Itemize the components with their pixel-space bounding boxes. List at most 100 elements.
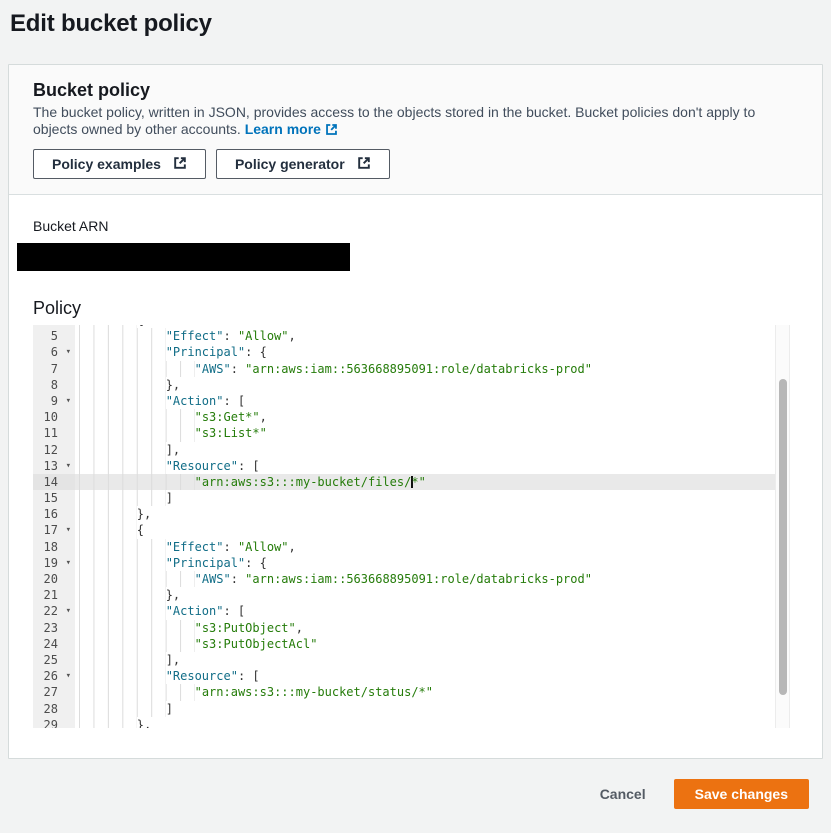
editor-scrollbar-track[interactable] [775,325,790,728]
fold-arrow-icon[interactable]: ▾ [66,522,71,538]
code-line-15[interactable]: 15] [33,490,790,506]
code-line-content[interactable]: "Effect": "Allow", [75,539,790,555]
code-line-content[interactable]: "s3:List*" [75,425,790,441]
code-line-8[interactable]: 8}, [33,377,790,393]
code-line-24[interactable]: 24"s3:PutObjectAcl" [33,636,790,652]
gutter-line-number: 18 [33,539,75,555]
policy-json-editor[interactable]: 4▾{5"Effect": "Allow",6▾"Principal": {7"… [33,325,790,728]
code-token: ], [166,443,180,457]
code-line-9[interactable]: 9▾"Action": [ [33,393,790,409]
code-line-content[interactable]: "Action": [ [75,393,790,409]
code-line-content[interactable]: { [75,522,790,538]
code-token: , [289,329,296,343]
code-line-23[interactable]: 23"s3:PutObject", [33,620,790,636]
code-line-content[interactable]: ] [75,701,790,717]
code-line-content[interactable]: "s3:PutObjectAcl" [75,636,790,652]
code-line-6[interactable]: 6▾"Principal": { [33,344,790,360]
code-line-content[interactable]: "arn:aws:s3:::my-bucket/files/*" [75,474,790,490]
card-header: Bucket policy The bucket policy, written… [9,65,822,195]
code-line-content[interactable]: }, [75,377,790,393]
policy-examples-button[interactable]: Policy examples [33,149,206,179]
editor-rows: 4▾{5"Effect": "Allow",6▾"Principal": {7"… [33,325,790,728]
code-line-content[interactable]: "AWS": "arn:aws:iam::563668895091:role/d… [75,361,790,377]
code-line-content[interactable]: "Resource": [ [75,458,790,474]
cancel-button[interactable]: Cancel [600,786,646,802]
indent-guides [79,668,166,684]
fold-arrow-icon[interactable]: ▾ [66,603,71,619]
code-line-20[interactable]: 20"AWS": "arn:aws:iam::563668895091:role… [33,571,790,587]
code-line-21[interactable]: 21}, [33,587,790,603]
code-token: "arn:aws:iam::563668895091:role/databric… [245,362,592,376]
code-line-content[interactable]: }, [75,587,790,603]
code-line-11[interactable]: 11"s3:List*" [33,425,790,441]
code-line-content[interactable]: "Principal": { [75,344,790,360]
indent-guides [79,409,195,425]
bucket-arn-redacted-value [17,243,350,271]
code-line-10[interactable]: 10"s3:Get*", [33,409,790,425]
code-line-content[interactable]: "arn:aws:s3:::my-bucket/status/*" [75,684,790,700]
gutter-line-number: 6▾ [33,344,75,360]
code-line-25[interactable]: 25], [33,652,790,668]
code-line-content[interactable]: "AWS": "arn:aws:iam::563668895091:role/d… [75,571,790,587]
fold-arrow-icon[interactable]: ▾ [66,344,71,360]
page-title: Edit bucket policy [10,8,823,40]
code-line-18[interactable]: 18"Effect": "Allow", [33,539,790,555]
fold-arrow-icon[interactable]: ▾ [66,668,71,684]
code-line-content[interactable]: "Principal": { [75,555,790,571]
code-line-13[interactable]: 13▾"Resource": [ [33,458,790,474]
indent-guides [79,522,137,538]
code-token: : [ [238,669,260,683]
code-line-7[interactable]: 7"AWS": "arn:aws:iam::563668895091:role/… [33,361,790,377]
code-line-27[interactable]: 27"arn:aws:s3:::my-bucket/status/*" [33,684,790,700]
section-description: The bucket policy, written in JSON, prov… [33,104,798,140]
indent-guides [79,555,166,571]
code-line-28[interactable]: 28] [33,701,790,717]
code-line-content[interactable]: "Effect": "Allow", [75,328,790,344]
code-line-29[interactable]: 29}, [33,717,790,728]
fold-arrow-icon[interactable]: ▾ [66,393,71,409]
code-line-content[interactable]: ] [75,490,790,506]
code-token: : [ [238,459,260,473]
policy-generator-button[interactable]: Policy generator [216,149,390,179]
code-line-content[interactable]: "s3:Get*", [75,409,790,425]
code-line-26[interactable]: 26▾"Resource": [ [33,668,790,684]
gutter-line-number: 24 [33,636,75,652]
description-text: The bucket policy, written in JSON, prov… [33,104,755,137]
code-line-19[interactable]: 19▾"Principal": { [33,555,790,571]
code-line-12[interactable]: 12], [33,442,790,458]
gutter-line-number: 9▾ [33,393,75,409]
indent-guides [79,425,195,441]
indent-guides [79,506,137,522]
code-line-content[interactable]: }, [75,717,790,728]
save-changes-button[interactable]: Save changes [674,779,809,809]
code-line-content[interactable]: ], [75,652,790,668]
code-line-5[interactable]: 5"Effect": "Allow", [33,328,790,344]
code-line-16[interactable]: 16}, [33,506,790,522]
code-token: : [231,572,245,586]
code-token: "Allow" [238,329,289,343]
gutter-line-number: 19▾ [33,555,75,571]
code-token: "Action" [166,604,224,618]
editor-scrollbar-thumb[interactable] [779,379,787,695]
code-token: : [ [223,604,245,618]
fold-arrow-icon[interactable]: ▾ [66,458,71,474]
external-link-icon [357,156,371,173]
code-line-content[interactable]: "Action": [ [75,603,790,619]
code-line-content[interactable]: "Resource": [ [75,668,790,684]
gutter-line-number: 17▾ [33,522,75,538]
indent-guides [79,620,195,636]
indent-guides [79,377,166,393]
learn-more-link[interactable]: Learn more [245,121,338,137]
code-line-content[interactable]: "s3:PutObject", [75,620,790,636]
fold-arrow-icon[interactable]: ▾ [66,555,71,571]
code-token: "arn:aws:iam::563668895091:role/databric… [245,572,592,586]
indent-guides [79,490,166,506]
code-line-content[interactable]: }, [75,506,790,522]
code-line-22[interactable]: 22▾"Action": [ [33,603,790,619]
code-line-14[interactable]: 14"arn:aws:s3:::my-bucket/files/*" [33,474,790,490]
gutter-line-number: 15 [33,490,75,506]
gutter-line-number: 14 [33,474,75,490]
code-line-17[interactable]: 17▾{ [33,522,790,538]
code-token: { [137,325,144,327]
code-line-content[interactable]: ], [75,442,790,458]
